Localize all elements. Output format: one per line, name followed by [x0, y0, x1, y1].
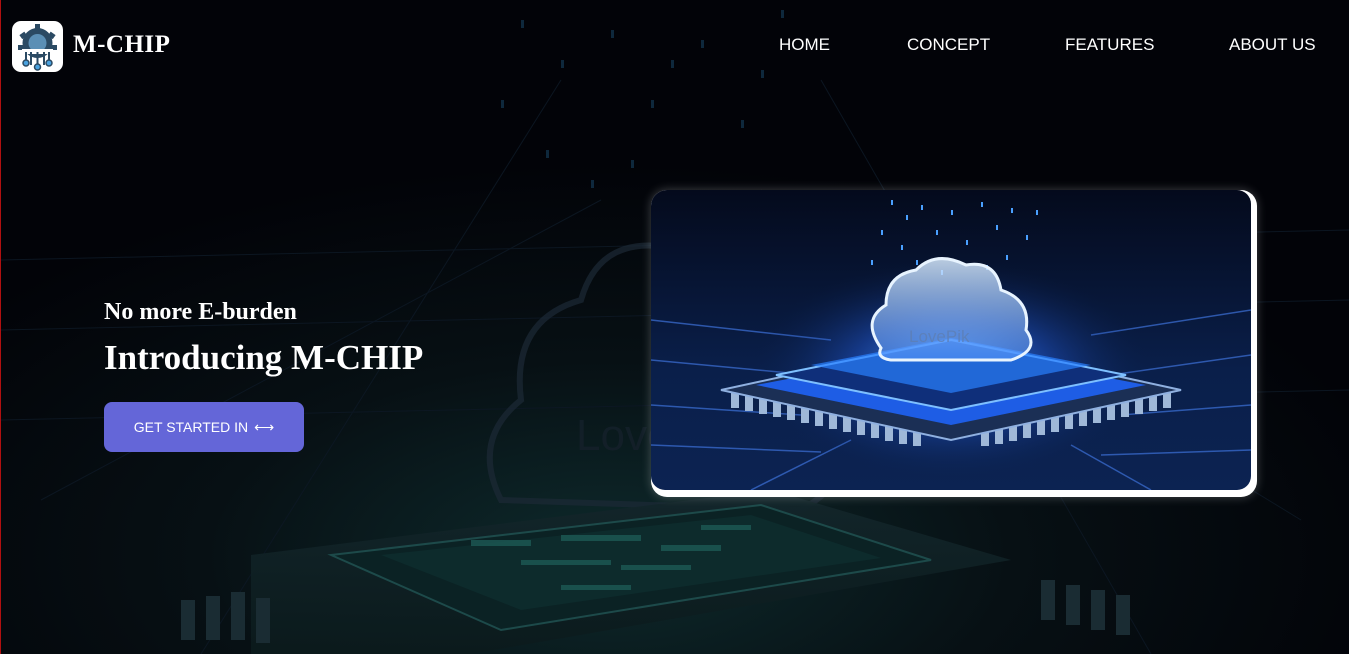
get-started-label: GET STARTED IN — [133, 419, 249, 435]
nav-about-us[interactable]: ABOUT US — [1229, 35, 1316, 55]
hero-title: Introducing M-CHIP — [104, 338, 424, 377]
top-nav: M-CHIP HOME CONCEPT FEATURES ABOUT US — [1, 0, 1349, 92]
brand-logo[interactable] — [12, 21, 63, 72]
svg-text:LovePik: LovePik — [909, 327, 970, 346]
hero-image-card: LovePik — [651, 190, 1257, 497]
get-started-button[interactable]: GET STARTED IN ⟷ — [104, 402, 304, 452]
hero-image: LovePik — [651, 190, 1251, 490]
nav-concept[interactable]: CONCEPT — [907, 35, 990, 55]
brand-name[interactable]: M-CHIP — [73, 31, 170, 59]
chip-network-icon — [18, 24, 57, 71]
nav-features[interactable]: FEATURES — [1065, 35, 1154, 55]
hero-subtitle: No more E-burden — [104, 299, 297, 325]
double-arrow-icon: ⟷ — [254, 418, 275, 435]
nav-home[interactable]: HOME — [779, 35, 830, 55]
